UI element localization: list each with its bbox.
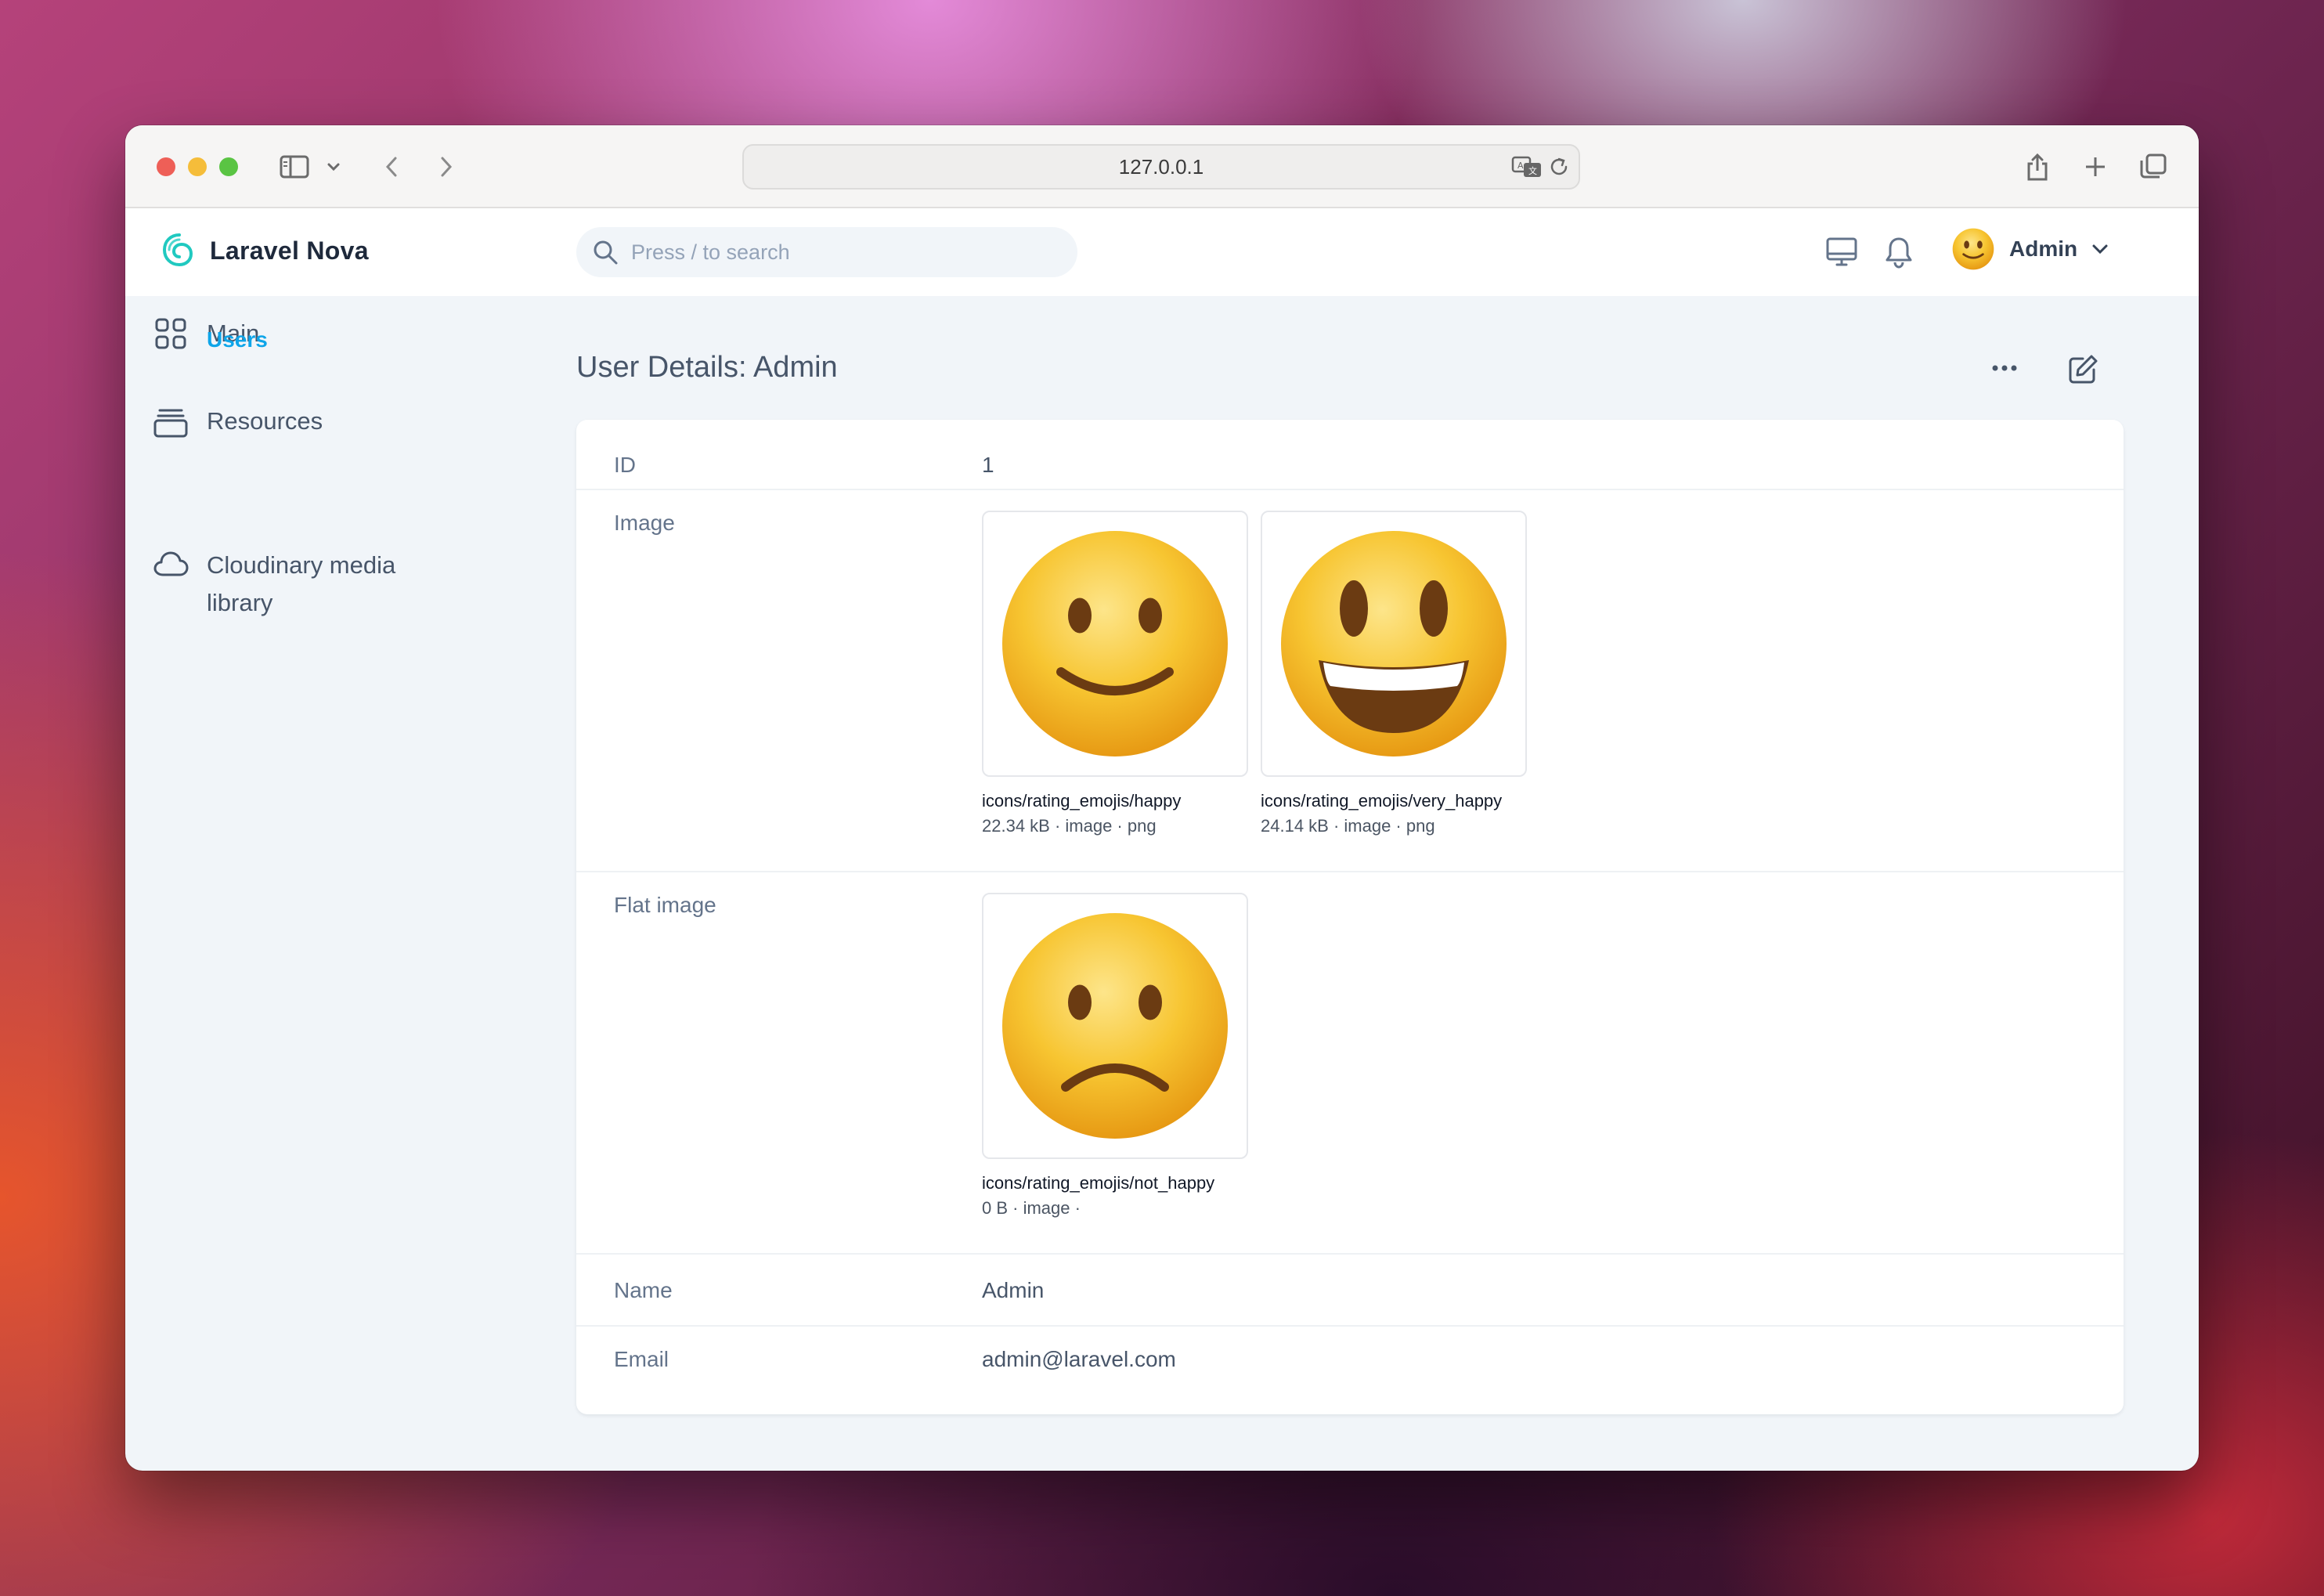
avatar [1952,228,1994,270]
grid-icon [155,318,186,349]
very-happy-emoji-icon [1281,531,1507,756]
field-label: Image [614,511,675,535]
address-bar[interactable]: 127.0.0.1 A文 [742,144,1580,190]
media-file-meta: 22.34 kB · image · png [982,816,1157,836]
detail-row-flat-image: Flat image icons/rating_emojis/not_happy… [576,872,2124,1255]
tab-overview-icon[interactable] [2138,149,2169,185]
svg-text:A: A [1517,161,1524,171]
field-value: admin@laravel.com [982,1347,1176,1371]
detail-row-id: ID 1 [576,420,2124,490]
sidebar-item-label: Resources [207,407,323,435]
sidebar-item-cloudinary-media-library[interactable]: Cloudinary media library [152,547,434,622]
media-file-name: icons/rating_emojis/very_happy [1261,791,1503,811]
sidebar-item-label: Cloudinary media library [207,551,396,616]
sidebar-item-users[interactable]: Users [207,327,268,352]
media-file-meta: 0 B · image · [982,1198,1081,1218]
archive-icon [153,409,188,438]
media-thumbnail[interactable] [1261,511,1527,777]
field-label: Name [614,1278,673,1302]
user-name: Admin [2009,237,2078,261]
happy-emoji-icon [1002,531,1228,756]
minimize-window-button[interactable] [188,157,207,176]
browser-titlebar: 127.0.0.1 A文 [125,125,2199,208]
monitor-icon[interactable] [1824,235,1859,273]
edit-icon[interactable] [2066,352,2100,391]
not-happy-emoji-icon [1002,913,1228,1139]
detail-row-email: Email admin@laravel.com [576,1327,2124,1414]
svg-text:文: 文 [1528,165,1537,176]
logo-text: Laravel Nova [210,236,369,265]
chevron-down-icon [2092,244,2108,255]
app-header: Laravel Nova Admin [125,208,2199,296]
back-icon[interactable] [376,149,407,185]
field-value: 1 [982,453,994,477]
search-icon [594,240,618,265]
media-file-name: icons/rating_emojis/happy [982,791,1182,811]
browser-window: 127.0.0.1 A文 Laravel Nova Press / to sea… [125,125,2199,1471]
reload-icon[interactable] [1547,155,1571,184]
field-label: Email [614,1347,669,1371]
notification-bell-icon[interactable] [1882,235,1915,273]
detail-row-image: Image icons/rating_emojis/happy 22.34 kB… [576,490,2124,872]
media-thumbnail[interactable] [982,893,1248,1159]
maximize-window-button[interactable] [219,157,238,176]
user-menu[interactable]: Admin [1951,227,2109,271]
logo[interactable]: Laravel Nova [161,232,369,269]
global-search[interactable] [576,227,1077,277]
share-icon[interactable] [2022,149,2053,185]
media-item[interactable]: icons/rating_emojis/not_happy 0 B · imag… [982,893,1248,1219]
media-item[interactable]: icons/rating_emojis/very_happy 24.14 kB … [1261,511,1527,836]
cloud-icon [153,551,189,576]
forward-icon[interactable] [431,149,462,185]
field-label: ID [614,453,636,477]
chevron-down-icon[interactable] [324,149,343,185]
media-item[interactable]: icons/rating_emojis/happy 22.34 kB · ima… [982,511,1248,836]
sidebar-toggle-icon[interactable] [277,149,312,185]
translate-icon[interactable]: A文 [1511,155,1543,184]
nova-logo-icon [162,233,193,267]
field-value: Admin [982,1278,1045,1302]
detail-card: ID 1 Image icons/rating_emojis/happy 22.… [576,420,2124,1414]
url-text: 127.0.0.1 [1118,154,1204,179]
media-thumbnail[interactable] [982,511,1248,777]
close-window-button[interactable] [157,157,175,176]
more-actions-icon[interactable] [1987,352,2022,388]
media-file-meta: 24.14 kB · image · png [1261,816,1435,836]
new-tab-icon[interactable] [2080,149,2111,185]
page-title: User Details: Admin [576,351,838,384]
detail-row-name: Name Admin [576,1255,2124,1327]
field-label: Flat image [614,893,716,917]
sidebar-item-resources[interactable]: Resources [152,403,323,440]
media-file-name: icons/rating_emojis/not_happy [982,1173,1215,1193]
search-input[interactable] [631,240,1038,265]
